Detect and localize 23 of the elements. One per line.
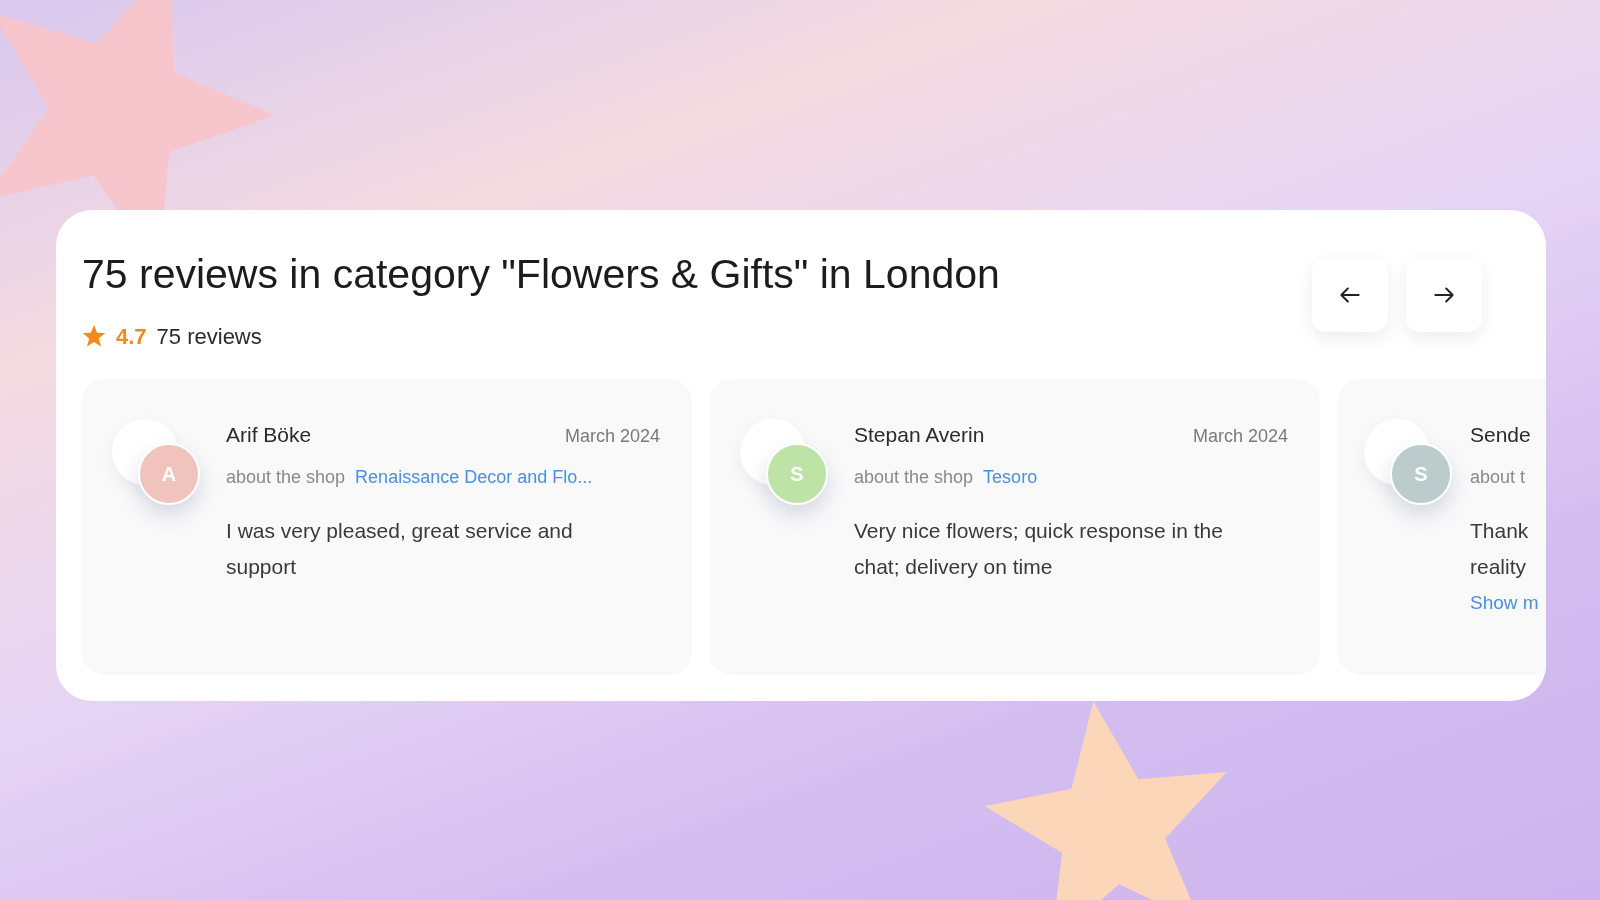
- review-text: I was very pleased, great service and support: [226, 518, 573, 580]
- next-button[interactable]: [1406, 258, 1482, 332]
- reviewer-name: Stepan Averin: [854, 421, 985, 448]
- previous-button[interactable]: [1312, 258, 1388, 332]
- about-label: about t: [1470, 466, 1526, 489]
- reviewer-name: Sende: [1470, 421, 1531, 448]
- review-date: March 2024: [564, 424, 660, 448]
- avatar-initial: S: [790, 461, 804, 487]
- about-label: about the shop: [226, 466, 346, 489]
- reviewer-name: Arif Böke: [226, 421, 312, 448]
- star-icon: [82, 324, 106, 348]
- rating-value: 4.7: [116, 322, 147, 351]
- review-text: Thank reality: [1470, 518, 1529, 580]
- show-more-link[interactable]: Show m: [1470, 589, 1539, 618]
- about-label: about the shop: [854, 466, 974, 489]
- avatar-initial: A: [161, 461, 177, 487]
- review-count: 75 reviews: [156, 322, 262, 351]
- avatar-initial: S: [1414, 461, 1428, 487]
- shop-link[interactable]: Renaissance Decor and Flo...: [355, 464, 593, 491]
- shop-link[interactable]: Tesoro: [983, 464, 1038, 491]
- review-date: March 2024: [1192, 424, 1288, 448]
- review-text: Very nice flowers; quick response in the chat; delivery on time: [854, 518, 1223, 580]
- page-title: 75 reviews in category "Flowers & Gifts" in London: [82, 250, 1000, 299]
